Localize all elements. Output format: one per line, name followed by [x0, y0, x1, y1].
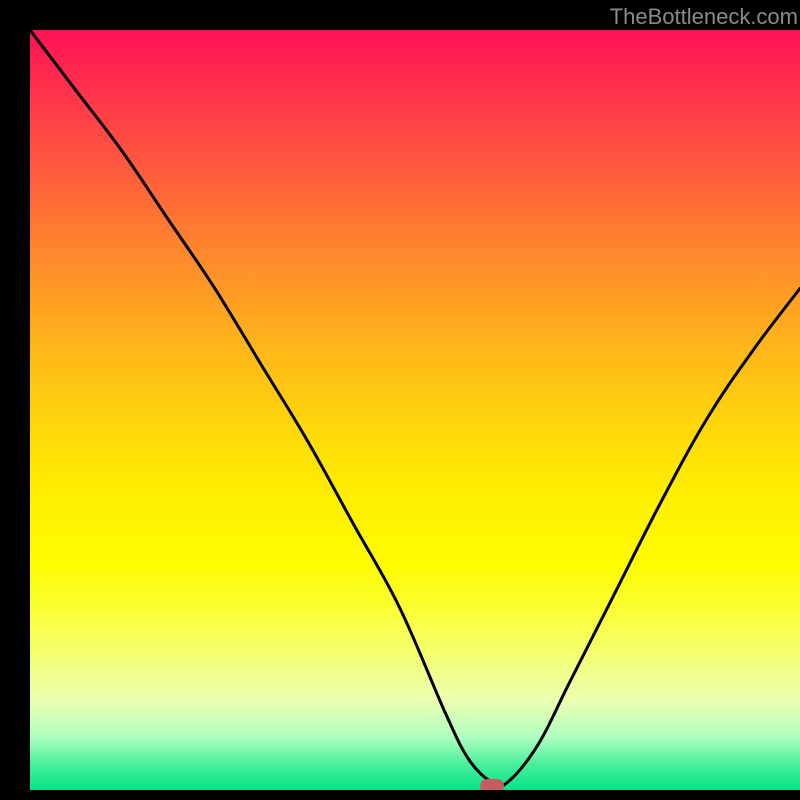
chart-container: TheBottleneck.com [0, 0, 800, 800]
curve-svg [30, 30, 800, 790]
optimal-marker [480, 779, 504, 790]
attribution-text: TheBottleneck.com [610, 4, 798, 30]
plot-area [30, 30, 800, 790]
bottleneck-curve [30, 30, 800, 787]
